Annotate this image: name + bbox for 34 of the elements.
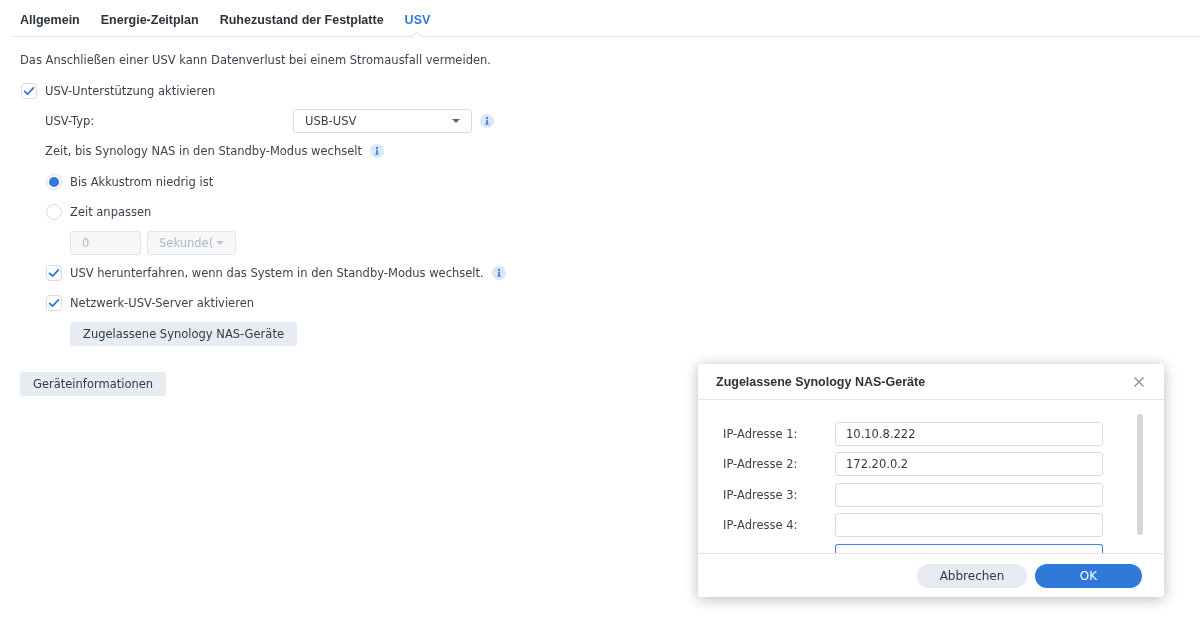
ip-address-field[interactable]: 10.10.8.222 — [835, 422, 1103, 446]
caret-icon — [216, 240, 224, 245]
field-label: IP-Adresse 2: — [723, 456, 799, 474]
ip-address-field[interactable] — [835, 543, 1103, 553]
close-icon[interactable] — [1134, 376, 1144, 387]
section-label: Zeit, bis Synology NAS in den Standby-Modus wechselt — [45, 144, 362, 159]
checkbox-label: Netzwerk-USV-Server aktivieren — [70, 296, 254, 311]
field-label: IP-Adresse 1: — [723, 426, 799, 443]
info-icon[interactable] — [369, 144, 384, 159]
radio-label: Zeit anpassen — [70, 205, 152, 220]
checkbox[interactable] — [46, 264, 62, 281]
tab[interactable]: Ruhezustand der Festplatte — [219, 0, 384, 36]
field-label: IP-Adresse 4: — [723, 517, 799, 535]
cancel-button[interactable]: Abbrechen — [917, 563, 1027, 588]
tab[interactable]: Energie-Zeitplan — [100, 0, 199, 36]
description-text: Das Anschließen einer USV kann Datenverlust bei einem Stromausfall vermeiden. — [20, 53, 491, 68]
caret-icon — [452, 118, 460, 123]
scrollbar-thumb[interactable] — [1137, 414, 1143, 535]
checkbox[interactable] — [46, 295, 62, 312]
field-label: IP-Adresse 3: — [723, 486, 799, 504]
checkbox-label: USV-Unterstützung aktivieren — [45, 83, 216, 98]
checkbox-label: USV herunterfahren, wenn das System in den Standby-Modus wechselt. — [70, 265, 484, 280]
info-icon[interactable] — [491, 265, 506, 280]
info-icon[interactable] — [480, 113, 494, 128]
field-label: USV-Typ: — [45, 113, 96, 128]
radio-label: Bis Akkustrom niedrig ist — [70, 174, 214, 189]
ups-type-dropdown[interactable]: USB-USV — [293, 108, 472, 133]
ok-button[interactable]: OK — [1035, 563, 1142, 588]
ip-address-field[interactable]: 172.20.0.2 — [835, 452, 1103, 477]
allowed-devices-button[interactable]: Zugelassene Synology NAS-Geräte — [70, 321, 297, 346]
dialog-title: Zugelassene Synology NAS-Geräte — [716, 374, 926, 389]
tab[interactable]: Allgemein — [20, 0, 80, 36]
checkbox[interactable] — [21, 82, 37, 99]
device-info-button[interactable]: Geräteinformationen — [20, 372, 167, 397]
